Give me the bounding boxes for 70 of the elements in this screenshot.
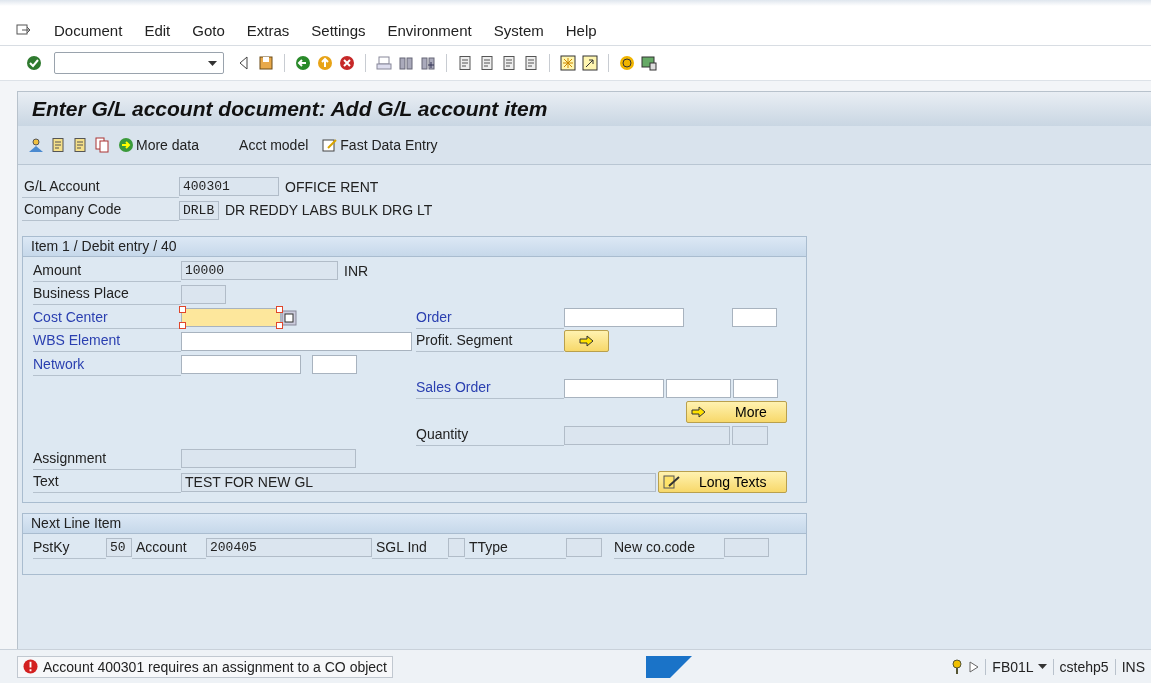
screen-title: Enter G/L account document: Add G/L account item	[18, 92, 1151, 126]
monitor-icon[interactable]	[641, 55, 657, 71]
command-field[interactable]	[54, 52, 224, 74]
input-field[interactable]: TEST FOR NEW GL	[181, 472, 656, 492]
menu-item[interactable]: Document	[54, 22, 123, 39]
dropdown-caret-icon[interactable]	[208, 60, 217, 66]
field-description: DR REDDY LABS BULK DRG LT	[225, 202, 433, 219]
page-icon[interactable]	[523, 55, 539, 71]
page-icon[interactable]	[479, 55, 495, 71]
currency-label: INR	[344, 262, 369, 279]
input-field[interactable]	[564, 378, 664, 398]
toolbar-button[interactable]: Acct model	[237, 137, 311, 153]
transaction-code[interactable]: FB01L	[985, 658, 1053, 675]
menu-item[interactable]: Extras	[246, 22, 290, 39]
menu-item[interactable]: Settings	[311, 22, 366, 39]
arrow-icon	[691, 405, 707, 418]
input-field[interactable]	[733, 378, 778, 398]
toolbar-button[interactable]: More data	[116, 137, 202, 153]
page-icon[interactable]	[501, 55, 517, 71]
field-description: OFFICE RENT	[285, 178, 379, 195]
page-icon[interactable]	[50, 137, 66, 153]
input-field[interactable]	[181, 284, 226, 304]
input-field[interactable]	[448, 538, 465, 558]
input-field[interactable]: DRLB	[179, 200, 219, 220]
panel-title: Next Line Item	[23, 514, 806, 534]
input-field[interactable]	[564, 308, 684, 328]
menu-item[interactable]: Edit	[144, 22, 171, 39]
note-pen-icon[interactable]	[322, 137, 339, 153]
input-field[interactable]: 10000	[181, 261, 338, 281]
more-button[interactable]: More	[686, 400, 787, 423]
page-icon[interactable]	[457, 55, 473, 71]
input-field[interactable]: 50	[106, 538, 132, 558]
page-icon[interactable]	[72, 137, 88, 153]
printer-icon[interactable]	[376, 55, 392, 71]
input-field[interactable]	[312, 355, 357, 375]
help-icon[interactable]	[619, 55, 635, 71]
long-texts-button[interactable]: Long Texts	[658, 471, 787, 494]
status-message: Account 400301 requires an assignment to a CO object	[17, 655, 393, 678]
input-mode: INS	[1114, 658, 1151, 675]
input-field[interactable]	[181, 355, 301, 375]
check-icon[interactable]	[26, 55, 42, 71]
back-icon[interactable]	[295, 55, 311, 71]
server-name: cstehp5	[1052, 658, 1115, 675]
toolbar-button[interactable]: Fast Data Entry	[320, 137, 440, 153]
input-field[interactable]	[666, 378, 731, 398]
input-field[interactable]	[724, 538, 769, 558]
input-field[interactable]	[732, 425, 768, 445]
panel-title: Item 1 / Debit entry / 40	[23, 237, 806, 257]
person-icon[interactable]	[28, 137, 44, 153]
logo-icon	[646, 655, 693, 678]
arrow-icon	[578, 335, 595, 348]
input-field[interactable]	[566, 538, 602, 558]
error-icon	[23, 659, 38, 674]
pencil-icon	[663, 475, 681, 490]
menu-item[interactable]: Goto	[192, 22, 225, 39]
input-field[interactable]: 200405	[206, 538, 372, 558]
cancel-icon[interactable]	[339, 55, 355, 71]
menu-item[interactable]: Environment	[387, 22, 472, 39]
input-field[interactable]	[181, 449, 356, 469]
input-field[interactable]	[732, 308, 777, 328]
dropdown-caret-icon	[1037, 664, 1047, 669]
right-triangle-icon	[969, 660, 980, 673]
profit-segment-button[interactable]	[564, 330, 609, 353]
input-field[interactable]: 400301	[179, 177, 279, 197]
input-field[interactable]	[181, 308, 281, 328]
input-field[interactable]	[181, 331, 412, 351]
sparkle-window-icon[interactable]	[560, 55, 576, 71]
input-field[interactable]	[564, 425, 730, 445]
menu-item[interactable]: System	[493, 22, 544, 39]
menu-item[interactable]: Help	[565, 22, 597, 39]
